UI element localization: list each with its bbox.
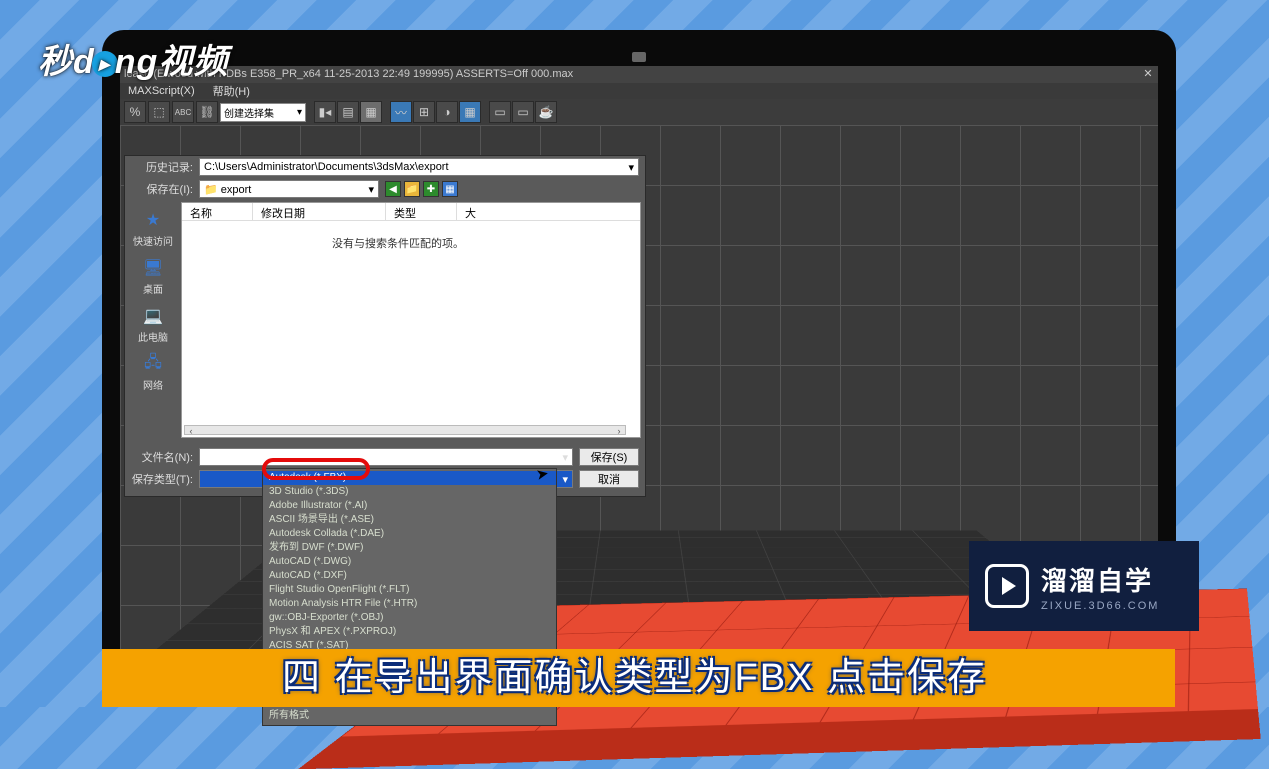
back-icon[interactable]: ◀: [385, 181, 401, 197]
sidebar-quick-access[interactable]: ★快速访问: [133, 210, 173, 248]
watermark-logo: 秒d▶ng视频: [38, 34, 228, 83]
tool-mirror-icon[interactable]: ▮◂: [314, 101, 336, 123]
filetype-option[interactable]: PhysX 和 APEX (*.PXPROJ): [263, 625, 556, 639]
menu-help[interactable]: 帮助(H): [213, 83, 250, 99]
app-titlebar: lease (Elwood with PDBs E358_PR_x64 11-2…: [120, 66, 1158, 83]
close-icon[interactable]: ✕: [1138, 66, 1158, 83]
filetype-option[interactable]: Motion Analysis HTR File (*.HTR): [263, 597, 556, 611]
filetype-option[interactable]: AutoCAD (*.DXF): [263, 569, 556, 583]
tool-material-icon[interactable]: ◑: [436, 101, 458, 123]
tool-render-setup-icon[interactable]: ▦: [459, 101, 481, 123]
sidebar-desktop[interactable]: 🖥桌面: [140, 258, 166, 296]
col-date[interactable]: 修改日期: [253, 203, 386, 220]
filetype-option[interactable]: 所有格式: [263, 709, 556, 723]
export-dialog: 历史记录: C:\Users\Administrator\Documents\3…: [124, 155, 646, 497]
menu-maxscript[interactable]: MAXScript(X): [128, 85, 195, 97]
col-size[interactable]: 大: [457, 203, 480, 220]
chevron-down-icon[interactable]: ▾: [562, 473, 568, 486]
history-dropdown[interactable]: C:\Users\Administrator\Documents\3dsMax\…: [199, 158, 639, 176]
filename-input[interactable]: ▾: [199, 448, 573, 466]
monitor-notch: [120, 48, 1158, 66]
tool-abc-icon[interactable]: ABC: [172, 101, 194, 123]
filetype-option[interactable]: Autodesk (*.FBX): [263, 471, 556, 485]
col-name[interactable]: 名称: [182, 203, 253, 220]
chevron-down-icon[interactable]: ▾: [368, 183, 374, 196]
up-folder-icon[interactable]: 📁: [404, 181, 420, 197]
places-sidebar: ★快速访问 🖥桌面 💻此电脑 🖧网络: [125, 200, 181, 440]
filetype-option[interactable]: AutoCAD (*.DWG): [263, 555, 556, 569]
selection-set-dropdown[interactable]: 创建选择集▾: [220, 103, 306, 122]
savein-dropdown[interactable]: 📁 export▾: [199, 180, 379, 198]
filetype-option[interactable]: ASCII 场景导出 (*.ASE): [263, 513, 556, 527]
empty-folder-text: 没有与搜索条件匹配的项。: [182, 221, 640, 251]
tool-teapot-icon[interactable]: ☕: [535, 101, 557, 123]
view-menu-icon[interactable]: ▦: [442, 181, 458, 197]
save-button[interactable]: 保存(S): [579, 448, 639, 466]
app-menubar[interactable]: MAXScript(X) 帮助(H): [120, 83, 1158, 99]
tool-curve-editor-icon[interactable]: 〰: [390, 101, 412, 123]
filetype-option[interactable]: Autodesk Collada (*.DAE): [263, 527, 556, 541]
sidebar-this-pc[interactable]: 💻此电脑: [138, 306, 168, 344]
caption-text: 四 在导出界面确认类型为FBX 点击保存: [0, 646, 1269, 701]
tool-link-icon[interactable]: ⛓: [196, 101, 218, 123]
brand-en: ZIXUE.3D66.COM: [1041, 600, 1159, 612]
filetype-option[interactable]: 发布到 DWF (*.DWF): [263, 541, 556, 555]
sidebar-network[interactable]: 🖧网络: [140, 354, 166, 392]
filetype-option[interactable]: Flight Studio OpenFlight (*.FLT): [263, 583, 556, 597]
tool-layers-icon[interactable]: ▦: [360, 101, 382, 123]
tool-render-icon[interactable]: ▭: [512, 101, 534, 123]
col-type[interactable]: 类型: [386, 203, 457, 220]
brand-cn: 溜溜自学: [1041, 561, 1159, 598]
filetype-option[interactable]: gw::OBJ-Exporter (*.OBJ): [263, 611, 556, 625]
tool-percent-icon[interactable]: %: [124, 101, 146, 123]
play-icon: [985, 564, 1029, 608]
h-scrollbar[interactable]: ‹›: [184, 425, 626, 435]
chevron-down-icon[interactable]: ▾: [562, 451, 568, 464]
list-header[interactable]: 名称 修改日期 类型 大: [182, 203, 640, 221]
filetype-option[interactable]: 3D Studio (*.3DS): [263, 485, 556, 499]
brand-badge: 溜溜自学 ZIXUE.3D66.COM: [969, 541, 1199, 631]
filetype-label: 保存类型(T):: [131, 471, 193, 487]
savein-label: 保存在(I):: [131, 181, 193, 197]
tool-schematic-icon[interactable]: ⊞: [413, 101, 435, 123]
tool-align-icon[interactable]: ▤: [337, 101, 359, 123]
new-folder-icon[interactable]: ✚: [423, 181, 439, 197]
history-label: 历史记录:: [131, 159, 193, 175]
cancel-button[interactable]: 取消: [579, 470, 639, 488]
filetype-option[interactable]: Adobe Illustrator (*.AI): [263, 499, 556, 513]
tool-render-frame-icon[interactable]: ▭: [489, 101, 511, 123]
filename-label: 文件名(N):: [131, 449, 193, 465]
file-listing[interactable]: 名称 修改日期 类型 大 没有与搜索条件匹配的项。 ‹›: [181, 202, 641, 438]
app-toolbar: % ⬚ ABC ⛓ 创建选择集▾ ▮◂ ▤ ▦ 〰 ⊞ ◑ ▦ ▭ ▭ ☕: [120, 99, 1158, 125]
tool-icon[interactable]: ⬚: [148, 101, 170, 123]
chevron-down-icon[interactable]: ▾: [628, 161, 634, 174]
